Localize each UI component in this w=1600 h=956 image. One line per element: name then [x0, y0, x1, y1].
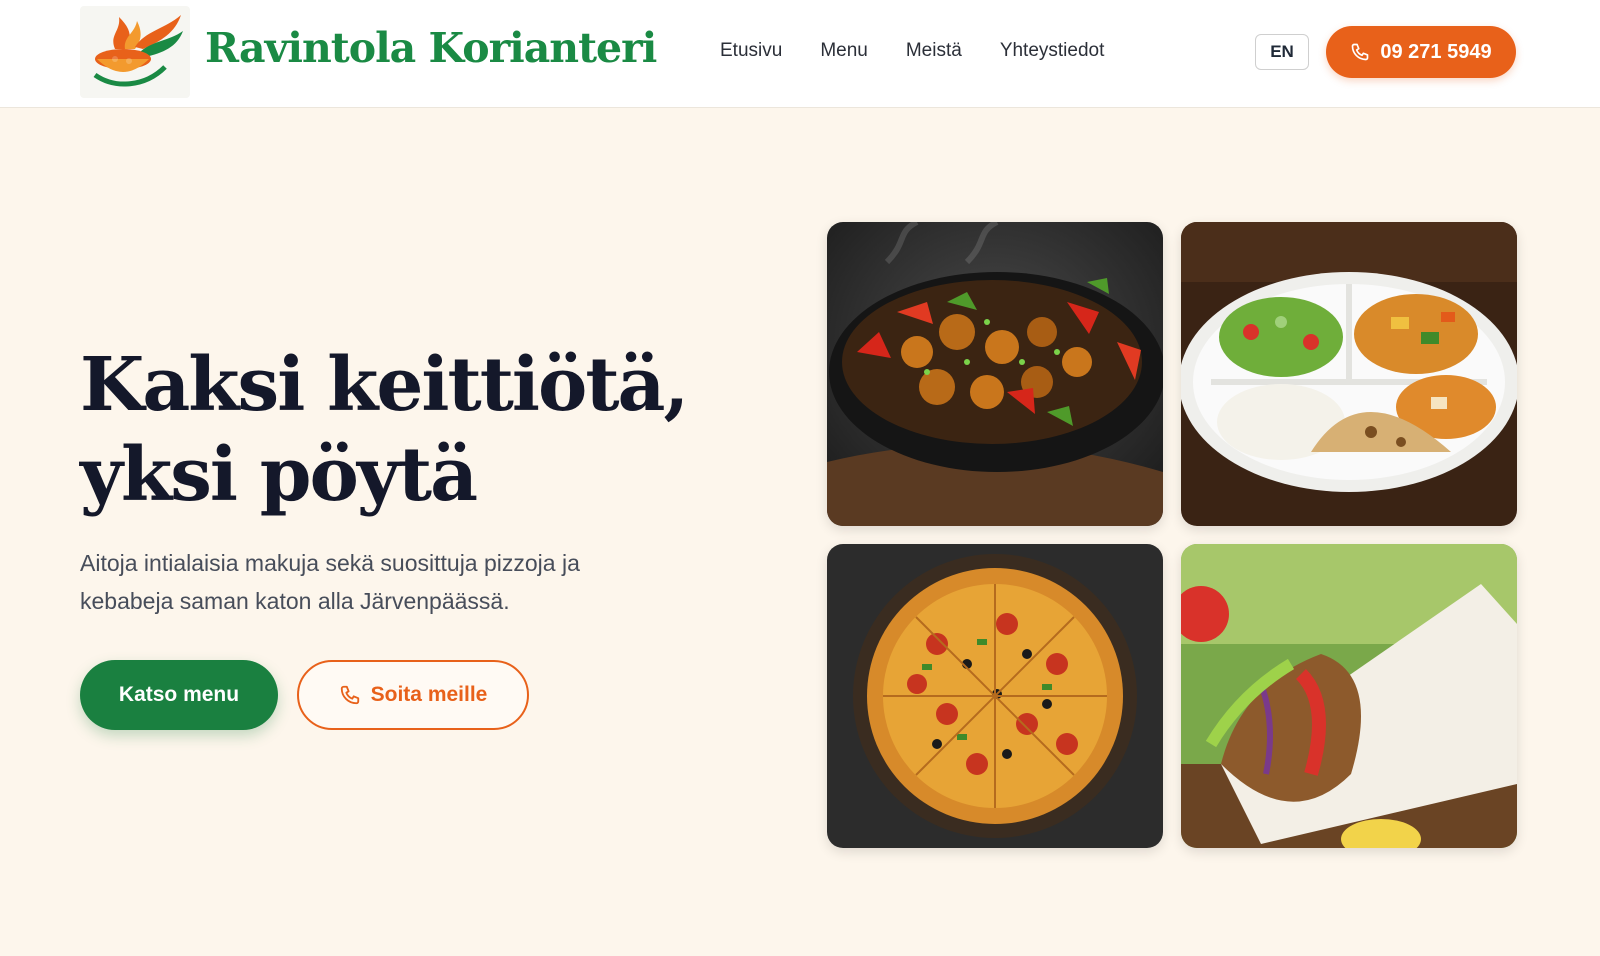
- phone-icon: [1352, 43, 1369, 61]
- hero-title: Kaksi keittiötä, yksi pöytä: [80, 340, 730, 520]
- phone-icon: [340, 685, 359, 705]
- main-nav: Etusivu Menu Meistä Yhteystiedot: [720, 40, 1104, 62]
- hero-subtitle: Aitoja intialaisia makuja sekä suosittuj…: [80, 550, 580, 614]
- header-phone-number: 09 271 5949: [1380, 40, 1492, 63]
- gallery-tile-sizzler: [827, 222, 1163, 526]
- gallery-tile-thali: [1181, 222, 1517, 526]
- language-toggle[interactable]: EN: [1255, 34, 1309, 70]
- logo[interactable]: [80, 6, 190, 98]
- call-us-label: Soita meille: [370, 683, 488, 706]
- hero-title-line-1: Kaksi keittiötä,: [80, 342, 689, 428]
- curry-bowl-logo-icon: [93, 15, 183, 87]
- gallery-tile-pizza: [827, 544, 1163, 848]
- call-us-button[interactable]: Soita meille: [297, 660, 529, 730]
- gallery-tile-kebab: [1181, 544, 1517, 848]
- view-menu-button[interactable]: Katso menu: [80, 660, 278, 730]
- header-phone-button[interactable]: 09 271 5949: [1326, 26, 1516, 78]
- nav-item-menu[interactable]: Menu: [820, 40, 868, 62]
- nav-item-yhteystiedot[interactable]: Yhteystiedot: [1000, 40, 1105, 62]
- nav-item-meista[interactable]: Meistä: [906, 40, 962, 62]
- hero-title-line-2: yksi pöytä: [80, 432, 478, 518]
- sizzling-chicken-image: [827, 222, 1163, 526]
- brand-name[interactable]: Ravintola Korianteri: [205, 24, 657, 72]
- pizza-image: [827, 544, 1163, 848]
- kebab-wrap-image: [1181, 544, 1517, 848]
- nav-item-etusivu[interactable]: Etusivu: [720, 40, 782, 62]
- indian-thali-image: [1181, 222, 1517, 526]
- site-header: Ravintola Korianteri Etusivu Menu Meistä…: [0, 0, 1600, 108]
